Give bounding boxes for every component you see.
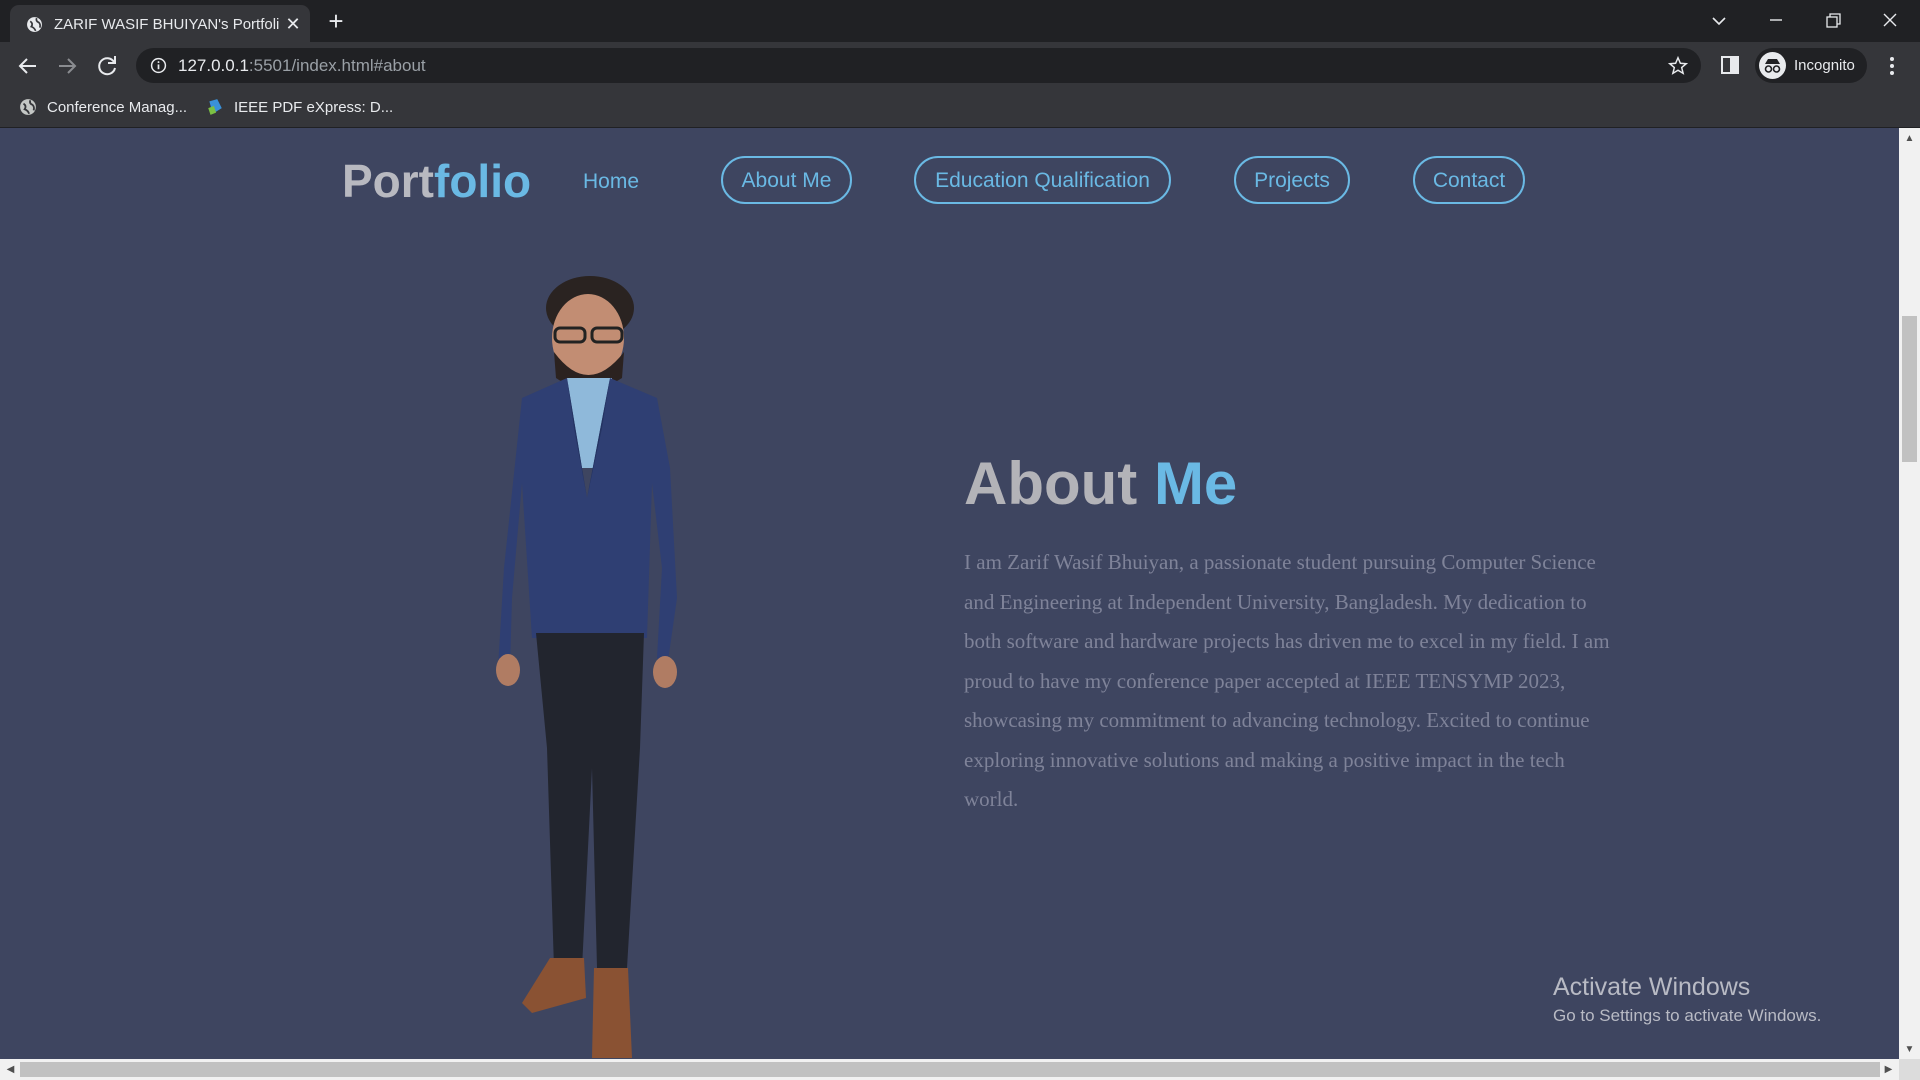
nav-education-button[interactable]: Education Qualification bbox=[914, 156, 1171, 204]
activate-title: Activate Windows bbox=[1553, 973, 1751, 1001]
vertical-scrollbar[interactable]: ▲ ▼ bbox=[1899, 128, 1920, 1060]
globe-icon bbox=[20, 99, 36, 115]
side-panel-icon[interactable] bbox=[1719, 54, 1741, 76]
address-bar[interactable]: 127.0.0.1:5501/index.html#about bbox=[136, 48, 1701, 83]
about-heading: About Me bbox=[964, 450, 1238, 517]
ieee-pdf-icon bbox=[208, 99, 222, 115]
about-paragraph: I am Zarif Wasif Bhuiyan, a passionate s… bbox=[964, 550, 1610, 811]
vertical-scroll-thumb[interactable] bbox=[1902, 316, 1917, 462]
tab-title: ZARIF WASIF BHUIYAN's Portfolio bbox=[54, 16, 279, 33]
scroll-up-arrow-icon[interactable]: ▲ bbox=[1904, 133, 1915, 144]
url-text: 127.0.0.1:5501/index.html#about bbox=[178, 56, 426, 75]
browser-tab-strip: ZARIF WASIF BHUIYAN's Portfolio ✕ + bbox=[0, 0, 1920, 42]
browser-toolbar: 127.0.0.1:5501/index.html#about Incognit… bbox=[0, 42, 1920, 89]
horizontal-scroll-thumb[interactable] bbox=[20, 1062, 1880, 1077]
browser-tab[interactable]: ZARIF WASIF BHUIYAN's Portfolio ✕ bbox=[10, 5, 310, 42]
incognito-label: Incognito bbox=[1794, 57, 1855, 74]
forward-arrow-icon[interactable] bbox=[51, 50, 83, 82]
windows-activation-watermark: Activate Windows Go to Settings to activ… bbox=[1553, 973, 1821, 1026]
minimize-icon[interactable] bbox=[1756, 6, 1796, 36]
scrollbar-corner bbox=[1899, 1059, 1920, 1080]
new-tab-button[interactable]: + bbox=[322, 8, 350, 36]
scroll-down-arrow-icon[interactable]: ▼ bbox=[1904, 1044, 1915, 1055]
back-arrow-icon[interactable] bbox=[12, 50, 44, 82]
activate-subtitle: Go to Settings to activate Windows. bbox=[1553, 1006, 1822, 1025]
nav-about-button[interactable]: About Me bbox=[721, 156, 852, 204]
incognito-icon bbox=[1759, 52, 1786, 79]
site-info-icon[interactable] bbox=[150, 57, 167, 74]
bookmarks-bar: Conference Manag... IEEE PDF eXpress: D.… bbox=[0, 89, 1920, 128]
horizontal-scrollbar[interactable]: ◀ ▶ bbox=[0, 1059, 1899, 1080]
nav-projects-button[interactable]: Projects bbox=[1234, 156, 1350, 204]
close-tab-icon[interactable]: ✕ bbox=[282, 13, 304, 35]
bookmark-star-icon[interactable] bbox=[1667, 55, 1689, 77]
scroll-right-arrow-icon[interactable]: ▶ bbox=[1883, 1064, 1894, 1075]
browser-menu-icon[interactable] bbox=[1880, 52, 1904, 80]
close-window-icon[interactable] bbox=[1870, 6, 1910, 36]
portfolio-page: Portfolio Home About Me Education Qualif… bbox=[0, 128, 1899, 1059]
incognito-profile-button[interactable]: Incognito bbox=[1755, 48, 1867, 83]
profile-photo bbox=[496, 276, 677, 1058]
tab-search-chevron-icon[interactable] bbox=[1699, 6, 1739, 36]
nav-home-link[interactable]: Home bbox=[583, 170, 639, 194]
globe-icon bbox=[27, 17, 42, 32]
nav-contact-button[interactable]: Contact bbox=[1413, 156, 1525, 204]
site-logo[interactable]: Portfolio bbox=[342, 154, 531, 208]
restore-icon[interactable] bbox=[1813, 6, 1853, 36]
reload-icon[interactable] bbox=[91, 50, 123, 82]
scroll-left-arrow-icon[interactable]: ◀ bbox=[5, 1064, 16, 1075]
